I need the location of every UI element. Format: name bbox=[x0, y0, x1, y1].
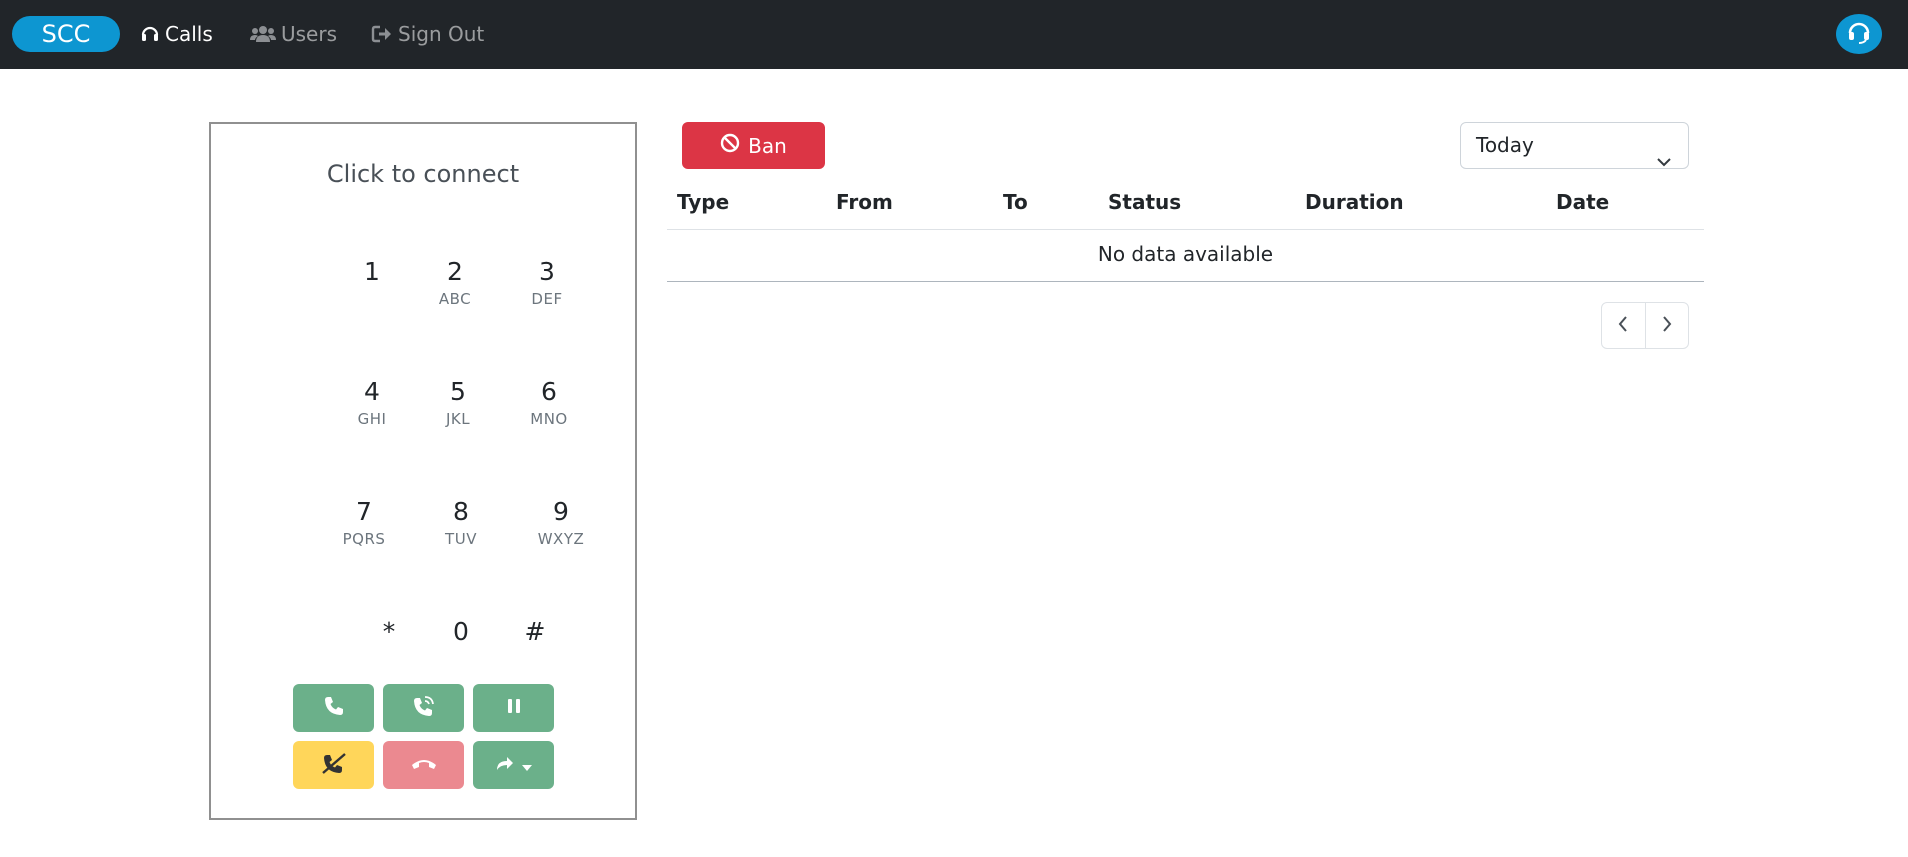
dial-key-hash[interactable]: # bbox=[495, 616, 575, 648]
hold-button[interactable] bbox=[473, 684, 554, 732]
dial-key-4[interactable]: 4 GHI bbox=[332, 376, 412, 430]
calls-table-header: Type From To Status Duration Date bbox=[667, 186, 1704, 230]
dial-key-5[interactable]: 5 JKL bbox=[418, 376, 498, 430]
phone-hangup-icon bbox=[411, 756, 437, 775]
period-select-value: Today bbox=[1476, 133, 1534, 157]
empty-table-message: No data available bbox=[1097, 242, 1274, 266]
share-icon bbox=[495, 754, 519, 776]
calls-table-body: No data available bbox=[667, 230, 1704, 282]
headset-icon bbox=[140, 24, 160, 44]
ban-button-label: Ban bbox=[748, 133, 787, 158]
dialer-panel: Click to connect 1 2 ABC 3 DEF 4 GHI 5 J… bbox=[209, 122, 637, 820]
chevron-down-icon bbox=[1656, 139, 1672, 184]
ban-button[interactable]: Ban bbox=[682, 122, 825, 169]
key-digit: # bbox=[524, 617, 546, 646]
key-letters: WXYZ bbox=[537, 530, 585, 548]
dial-key-9[interactable]: 9 WXYZ bbox=[521, 496, 601, 550]
transfer-button[interactable] bbox=[473, 741, 554, 789]
chevron-left-icon bbox=[1617, 315, 1629, 337]
column-header-from[interactable]: From bbox=[836, 190, 893, 214]
mute-button[interactable] bbox=[293, 741, 374, 789]
key-digit: * bbox=[382, 617, 396, 646]
dial-key-7[interactable]: 7 PQRS bbox=[324, 496, 404, 550]
period-select[interactable]: Today bbox=[1460, 122, 1689, 169]
column-header-duration[interactable]: Duration bbox=[1305, 190, 1404, 214]
key-digit: 3 bbox=[539, 257, 555, 286]
phone-icon bbox=[323, 695, 345, 721]
dial-key-8[interactable]: 8 TUV bbox=[421, 496, 501, 550]
sign-out-icon bbox=[371, 24, 393, 44]
key-digit: 6 bbox=[541, 377, 557, 406]
dial-key-star[interactable]: * bbox=[349, 616, 429, 648]
key-letters: GHI bbox=[357, 410, 387, 428]
top-navbar: SCC Calls Users Sign Out bbox=[0, 0, 1908, 69]
column-header-to[interactable]: To bbox=[1003, 190, 1028, 214]
nav-calls-label: Calls bbox=[165, 22, 213, 46]
column-header-status[interactable]: Status bbox=[1108, 190, 1181, 214]
pause-icon bbox=[506, 697, 522, 719]
key-digit: 8 bbox=[453, 497, 469, 526]
headset-icon bbox=[1846, 19, 1872, 49]
key-digit: 0 bbox=[453, 617, 469, 646]
previous-page-button[interactable] bbox=[1602, 303, 1645, 348]
nav-calls[interactable]: Calls bbox=[140, 20, 213, 48]
connection-status[interactable]: Click to connect bbox=[211, 160, 635, 188]
key-letters: TUV bbox=[445, 530, 477, 548]
dial-key-6[interactable]: 6 MNO bbox=[509, 376, 589, 430]
next-page-button[interactable] bbox=[1644, 303, 1688, 348]
chevron-right-icon bbox=[1661, 315, 1673, 337]
brand-logo[interactable]: SCC bbox=[12, 16, 120, 52]
phone-volume-icon bbox=[412, 694, 436, 722]
column-header-type[interactable]: Type bbox=[677, 190, 729, 214]
caret-down-icon bbox=[522, 756, 532, 775]
phone-slash-icon bbox=[321, 751, 347, 779]
key-letters: PQRS bbox=[342, 530, 386, 548]
nav-sign-out-label: Sign Out bbox=[398, 22, 485, 46]
column-header-date[interactable]: Date bbox=[1556, 190, 1609, 214]
key-digit: 9 bbox=[553, 497, 569, 526]
pagination bbox=[1601, 302, 1689, 349]
nav-users-label: Users bbox=[281, 22, 338, 46]
key-digit: 5 bbox=[450, 377, 466, 406]
key-letters: MNO bbox=[530, 410, 568, 428]
dial-key-1[interactable]: 1 bbox=[332, 256, 412, 288]
hangup-button[interactable] bbox=[383, 741, 464, 789]
dial-key-0[interactable]: 0 bbox=[421, 616, 501, 648]
dial-key-2[interactable]: 2 ABC bbox=[415, 256, 495, 310]
dial-key-3[interactable]: 3 DEF bbox=[507, 256, 587, 310]
key-digit: 1 bbox=[364, 257, 380, 286]
call-wait-button[interactable] bbox=[383, 684, 464, 732]
key-letters: DEF bbox=[531, 290, 563, 308]
ban-icon bbox=[720, 133, 740, 158]
nav-sign-out[interactable]: Sign Out bbox=[371, 20, 484, 48]
users-icon bbox=[250, 24, 276, 44]
call-button[interactable] bbox=[293, 684, 374, 732]
nav-users[interactable]: Users bbox=[250, 20, 337, 48]
key-letters: JKL bbox=[445, 410, 471, 428]
user-avatar[interactable] bbox=[1836, 14, 1882, 54]
key-digit: 2 bbox=[447, 257, 463, 286]
key-digit: 7 bbox=[356, 497, 372, 526]
key-digit: 4 bbox=[364, 377, 380, 406]
key-letters: ABC bbox=[438, 290, 472, 308]
